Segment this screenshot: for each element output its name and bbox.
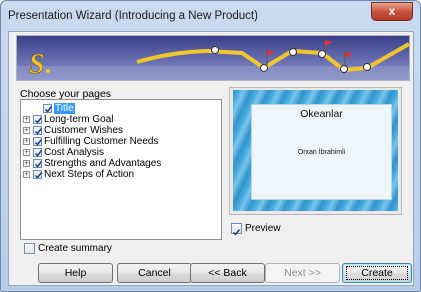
wizard-logo: S xyxy=(29,49,45,80)
create-button[interactable]: Create xyxy=(342,263,412,283)
banner-graphic: S xyxy=(17,40,409,80)
slide-subtitle: Orxan İbrahimli xyxy=(297,149,346,156)
expand-icon[interactable]: + xyxy=(23,138,30,145)
slide-title: Okeanlar xyxy=(300,108,343,120)
checkmark-icon xyxy=(34,150,43,157)
preview-checkbox-label[interactable]: Preview xyxy=(245,223,281,234)
next-button[interactable]: Next >> xyxy=(265,263,340,283)
expand-icon[interactable]: + xyxy=(23,171,30,178)
expand-icon[interactable]: + xyxy=(23,127,30,134)
checkmark-icon xyxy=(44,106,53,113)
back-button[interactable]: << Back xyxy=(190,263,265,283)
step-node xyxy=(363,63,371,71)
step-node xyxy=(340,65,348,73)
close-button[interactable]: x xyxy=(371,2,413,21)
checkmark-icon xyxy=(34,117,43,124)
checkmark-icon xyxy=(34,161,43,168)
step-node xyxy=(289,48,297,56)
pages-tree[interactable]: Title + Long-term Goal + Customer Wishes… xyxy=(20,99,222,240)
tree-item-label: Strengths and Advantages xyxy=(44,158,162,169)
page-checkbox[interactable] xyxy=(33,126,43,135)
preview-checkbox[interactable] xyxy=(231,223,242,236)
tree-item-label: Next Steps of Action xyxy=(44,169,135,180)
step-node xyxy=(211,46,219,54)
step-node xyxy=(260,64,268,72)
flag-icon xyxy=(324,40,333,52)
window-title: Presentation Wizard (Introducing a New P… xyxy=(8,10,258,22)
expand-icon[interactable]: + xyxy=(23,149,30,156)
checkmark-icon xyxy=(34,139,43,146)
expand-icon[interactable]: + xyxy=(23,116,30,123)
page-checkbox[interactable] xyxy=(33,159,43,168)
expand-icon[interactable]: + xyxy=(23,160,30,167)
checkmark-icon xyxy=(34,128,43,135)
wizard-banner: S xyxy=(16,35,410,81)
create-summary-checkbox[interactable] xyxy=(24,243,35,254)
cancel-button[interactable]: Cancel xyxy=(117,263,192,283)
flag-icon xyxy=(344,52,353,67)
tree-item-label: Title xyxy=(54,103,75,114)
page-checkbox[interactable] xyxy=(33,115,43,124)
tree-item-label: Long-term Goal xyxy=(44,114,114,125)
tree-item-label: Customer Wishes xyxy=(44,125,123,136)
create-summary-label[interactable]: Create summary xyxy=(38,243,112,254)
checkmark-icon xyxy=(232,229,241,236)
tree-item-label: Cost Analysis xyxy=(44,147,105,158)
page-checkbox[interactable] xyxy=(33,148,43,157)
title-bar[interactable]: Presentation Wizard (Introducing a New P… xyxy=(1,1,420,31)
page-checkbox[interactable] xyxy=(33,170,43,179)
step-node xyxy=(318,50,326,58)
page-checkbox[interactable] xyxy=(43,104,53,113)
checkmark-icon xyxy=(34,172,43,179)
tree-item-label: Fulfilling Customer Needs xyxy=(44,136,159,147)
help-button[interactable]: Help xyxy=(38,263,113,283)
page-checkbox[interactable] xyxy=(33,137,43,146)
focus-rect xyxy=(346,266,408,280)
close-icon: x xyxy=(388,4,396,18)
